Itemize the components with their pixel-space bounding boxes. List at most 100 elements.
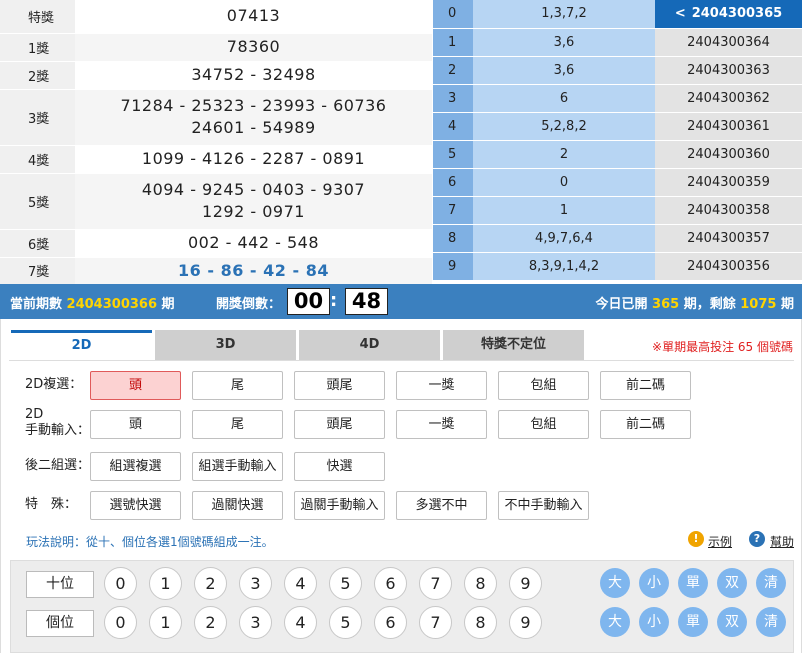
option-button[interactable]: 頭 <box>90 371 181 400</box>
option-button[interactable]: 一獎 <box>396 371 487 400</box>
limit-note: ※單期最高投注 65 個號碼 <box>652 340 793 354</box>
quick-pick-button[interactable]: 双 <box>717 607 747 637</box>
tab-0[interactable]: 2D <box>11 330 152 360</box>
prize-number-line: 78360 <box>226 37 281 56</box>
row-label-text: 2D複選： <box>25 377 83 392</box>
number-ball[interactable]: 1 <box>149 567 182 600</box>
tab-1[interactable]: 3D <box>155 330 296 360</box>
example-link[interactable]: 示例 <box>708 533 732 550</box>
tail-row: 4 5,2,8,2 2404300361 <box>433 112 802 141</box>
number-ball[interactable]: 7 <box>419 606 452 639</box>
quick-pick-button[interactable]: 清 <box>756 568 786 598</box>
quick-pick-button[interactable]: 清 <box>756 607 786 637</box>
tab-2[interactable]: 4D <box>299 330 440 360</box>
prize-row: 7獎 16 - 86 - 42 - 84 <box>0 257 432 285</box>
option-button[interactable]: 快選 <box>294 452 385 481</box>
period-number: 2404300359 <box>687 174 770 190</box>
row-label: 2D複選： <box>25 377 82 393</box>
tail-index: 4 <box>433 112 473 141</box>
tail-index: 8 <box>433 224 473 253</box>
number-ball[interactable]: 6 <box>374 567 407 600</box>
number-ball[interactable]: 0 <box>104 567 137 600</box>
period-cell: 2404300358 <box>655 196 802 225</box>
quick-pick-button[interactable]: 大 <box>600 568 630 598</box>
tab-3[interactable]: 特獎不定位 <box>443 330 584 360</box>
quick-pick-button[interactable]: 單 <box>678 568 708 598</box>
number-ball[interactable]: 3 <box>239 567 272 600</box>
tail-values: 5,2,8,2 <box>473 112 655 141</box>
countdown-seconds: 48 <box>345 288 388 315</box>
prize-name: 7獎 <box>0 257 75 285</box>
countdown-minutes: 00 <box>287 288 330 315</box>
option-button[interactable]: 選號快選 <box>90 491 181 520</box>
tail-index: 6 <box>433 168 473 197</box>
prize-number-line: 1099 - 4126 - 2287 - 0891 <box>141 149 366 168</box>
remaining-count: 1075 <box>740 297 777 312</box>
option-button[interactable]: 尾 <box>192 410 283 439</box>
prize-number-line: 16 - 86 - 42 - 84 <box>178 260 329 280</box>
number-ball[interactable]: 3 <box>239 606 272 639</box>
option-button[interactable]: 前二碼 <box>600 371 691 400</box>
prize-number-line: 4094 - 9245 - 0403 - 9307 <box>141 180 366 199</box>
option-button[interactable]: 包組 <box>498 371 589 400</box>
prize-number-line: 71284 - 25323 - 23993 - 60736 <box>120 96 387 115</box>
quick-pick-button[interactable]: 單 <box>678 607 708 637</box>
option-button[interactable]: 組選複選 <box>90 452 181 481</box>
number-picker: 十位 0 1 2 3 4 5 6 7 8 9 大小單双清個位 0 1 2 3 4 5 6 7 8 9 大小單双清 <box>10 560 794 653</box>
period-selector[interactable]: <2404300365 <box>655 0 802 29</box>
number-ball[interactable]: 0 <box>104 606 137 639</box>
quick-pick-button[interactable]: 小 <box>639 607 669 637</box>
number-ball[interactable]: 2 <box>194 606 227 639</box>
option-button[interactable]: 過關快選 <box>192 491 283 520</box>
number-ball[interactable]: 6 <box>374 606 407 639</box>
help-link[interactable]: 幫助 <box>770 533 794 550</box>
row-label-text: 手動輸入： <box>25 423 91 438</box>
quick-pick-button[interactable]: 双 <box>717 568 747 598</box>
period-number: 2404300363 <box>687 62 770 78</box>
tail-index: 7 <box>433 196 473 225</box>
tail-row: 5 2 2404300360 <box>433 140 802 169</box>
countdown-colon: : <box>330 290 338 311</box>
number-ball[interactable]: 5 <box>329 606 362 639</box>
option-button[interactable]: 頭尾 <box>294 410 385 439</box>
row-label: 2D 手動輸入： <box>25 407 90 439</box>
number-ball[interactable]: 4 <box>284 606 317 639</box>
option-button[interactable]: 頭尾 <box>294 371 385 400</box>
number-ball[interactable]: 5 <box>329 567 362 600</box>
number-ball[interactable]: 1 <box>149 606 182 639</box>
tail-index: 1 <box>433 28 473 57</box>
number-ball[interactable]: 2 <box>194 567 227 600</box>
tail-values: 1 <box>473 196 655 225</box>
option-button[interactable]: 組選手動輸入 <box>192 452 283 481</box>
number-ball[interactable]: 9 <box>509 567 542 600</box>
option-button[interactable]: 包組 <box>498 410 589 439</box>
period-number: 2404300362 <box>687 90 770 106</box>
period-cell: 2404300360 <box>655 140 802 169</box>
period-cell: 2404300361 <box>655 112 802 141</box>
quick-pick-button[interactable]: 大 <box>600 607 630 637</box>
tail-index: 0 <box>433 0 473 29</box>
tail-row: 6 0 2404300359 <box>433 168 802 197</box>
option-button[interactable]: 過關手動輸入 <box>294 491 385 520</box>
rule-description: 玩法說明：從十、個位各選1個號碼組成一注。 <box>26 535 274 549</box>
period-cell: 2404300356 <box>655 252 802 281</box>
quick-pick-button[interactable]: 小 <box>639 568 669 598</box>
option-button[interactable]: 頭 <box>90 410 181 439</box>
row-label-text: 後二組選： <box>25 458 91 473</box>
option-button[interactable]: 一獎 <box>396 410 487 439</box>
number-ball[interactable]: 8 <box>464 567 497 600</box>
current-period-info: 當前期數 2404300366 期 <box>10 297 175 312</box>
option-button[interactable]: 前二碼 <box>600 410 691 439</box>
number-ball[interactable]: 4 <box>284 567 317 600</box>
option-button[interactable]: 尾 <box>192 371 283 400</box>
row-label: 特 殊： <box>25 497 77 513</box>
chevron-left-icon[interactable]: < <box>675 6 686 21</box>
option-button[interactable]: 不中手動輸入 <box>498 491 589 520</box>
option-button[interactable]: 多選不中 <box>396 491 487 520</box>
number-ball[interactable]: 7 <box>419 567 452 600</box>
tail-history-table: 0 1,3,7,2 <2404300365 1 3,6 2404300364 2 3,6 240… <box>433 0 802 281</box>
number-ball[interactable]: 8 <box>464 606 497 639</box>
tail-row: 3 6 2404300362 <box>433 84 802 113</box>
number-ball[interactable]: 9 <box>509 606 542 639</box>
prize-name: 2獎 <box>0 61 75 90</box>
